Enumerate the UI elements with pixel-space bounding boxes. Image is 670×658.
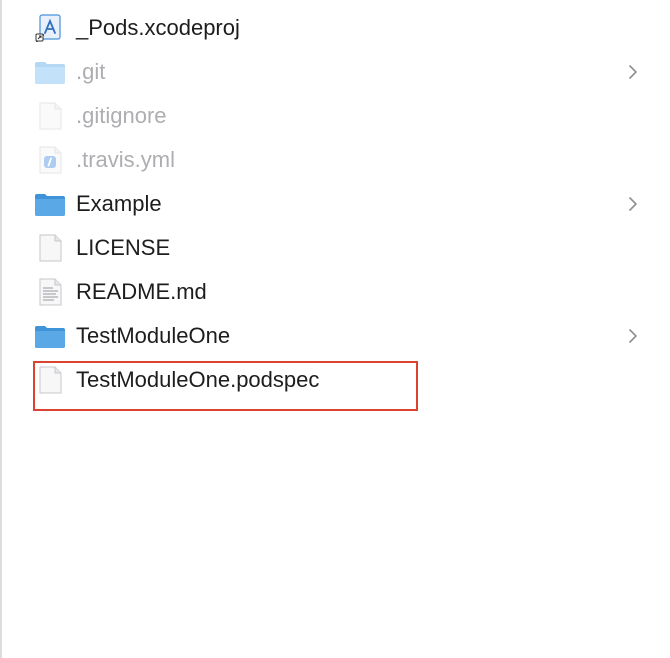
file-row-example[interactable]: Example <box>0 182 670 226</box>
file-name: LICENSE <box>76 235 171 260</box>
file-name: TestModuleOne <box>76 323 231 348</box>
finder-file-list-pane: _Pods.xcodeproj .git .gitignore .travis.… <box>0 0 670 658</box>
file-row-license[interactable]: LICENSE <box>0 226 670 270</box>
xcodeproj-icon <box>34 14 66 43</box>
blank-file-icon <box>34 234 66 262</box>
blank-file-icon <box>34 102 66 130</box>
file-row-travis-yml[interactable]: .travis.yml <box>0 138 670 182</box>
file-row-gitignore[interactable]: .gitignore <box>0 94 670 138</box>
text-file-icon <box>34 278 66 306</box>
file-name: .git <box>76 59 106 84</box>
yaml-file-icon <box>34 146 66 174</box>
file-row-readme[interactable]: README.md <box>0 270 670 314</box>
file-row-testmoduleone[interactable]: TestModuleOne <box>0 314 670 358</box>
file-name: Example <box>76 191 162 216</box>
folder-icon <box>34 190 66 218</box>
folder-icon <box>34 322 66 350</box>
folder-icon <box>34 58 66 86</box>
file-name: _Pods.xcodeproj <box>76 15 240 40</box>
file-name: .travis.yml <box>76 147 175 172</box>
chevron-right-icon[interactable] <box>626 328 640 344</box>
file-list: _Pods.xcodeproj .git .gitignore .travis.… <box>0 6 670 402</box>
highlight-annotation-box <box>33 361 418 411</box>
file-name: README.md <box>76 279 207 304</box>
chevron-right-icon[interactable] <box>626 64 640 80</box>
file-row-git[interactable]: .git <box>0 50 670 94</box>
file-row-pods-xcodeproj[interactable]: _Pods.xcodeproj <box>0 6 670 50</box>
file-name: .gitignore <box>76 103 167 128</box>
chevron-right-icon[interactable] <box>626 196 640 212</box>
